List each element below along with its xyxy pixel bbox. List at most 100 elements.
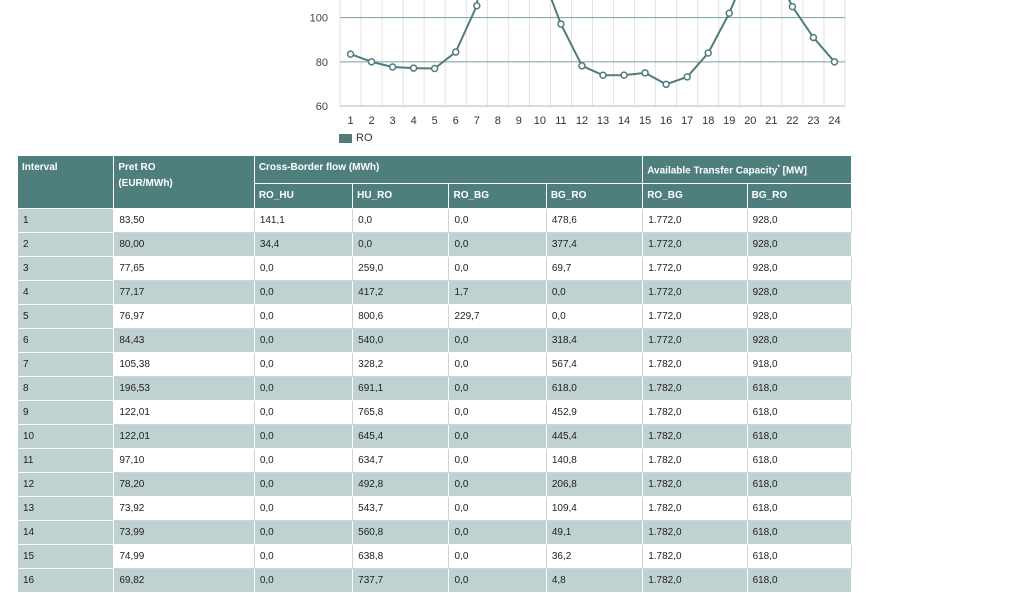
cell-price: 83,50 [113,208,255,234]
legend-label: RO [356,132,373,144]
x-tick-label: 24 [828,115,840,127]
cell-ro-hu: 0,0 [253,496,354,522]
cell-ro-bg: 0,0 [448,256,547,282]
data-point [641,69,649,77]
cell-hu-ro: 492,8 [352,472,450,498]
cell-bg-ro: 4,8 [545,568,644,593]
cell-atc-bg-ro: 928,0 [746,280,853,306]
cell-price: 78,20 [113,472,255,498]
cell-atc-ro-bg: 1.782,0 [642,520,748,546]
market-data-table: Interval Pret RO (EUR/MWh) Cross-Border … [16,154,853,593]
cell-price: 73,92 [113,496,255,522]
data-point [409,64,418,72]
cell-ro-bg: 0,0 [448,352,547,378]
table-row: 3 77,65 0,0 259,0 0,0 69,7 1.772,0 928,0 [16,256,853,282]
x-tick-label: 17 [681,115,693,127]
chart-legend[interactable]: RO [339,131,373,145]
x-tick-label: 5 [432,115,438,127]
cell-atc-ro-bg: 1.782,0 [642,568,748,593]
data-point [809,33,818,42]
cell-hu-ro: 417,2 [352,280,450,306]
data-point [683,73,691,81]
cell-bg-ro: 618,0 [545,376,644,402]
cell-atc-bg-ro: 618,0 [746,568,853,593]
cell-bg-ro: 0,0 [545,304,644,330]
cell-atc-ro-bg: 1.772,0 [642,328,748,354]
x-tick-label: 12 [576,115,588,127]
cell-atc-ro-bg: 1.782,0 [642,424,748,450]
x-tick-label: 10 [534,115,546,127]
cell-hu-ro: 737,7 [352,568,450,593]
x-tick-label: 18 [702,115,714,127]
cell-atc-bg-ro: 618,0 [746,400,853,426]
table-row: 14 73,99 0,0 560,8 0,0 49,1 1.782,0 618,0 [16,520,853,546]
data-point [367,58,376,66]
header-price-label: Pret RO [118,162,156,173]
cell-price: 73,99 [113,520,255,546]
cell-price: 84,43 [113,328,255,354]
y-tick-label: 80 [316,57,328,69]
cell-atc-bg-ro: 618,0 [746,376,853,402]
x-tick-label: 4 [411,115,417,127]
cell-interval: 16 [16,568,115,593]
cell-price: 122,01 [113,424,255,450]
x-tick-label: 19 [723,115,735,127]
table-row: 1 83,50 141,1 0,0 0,0 478,6 1.772,0 928,0 [16,208,853,234]
header-price: Pret RO (EUR/MWh) [113,154,255,210]
cell-ro-bg: 0,0 [448,328,547,354]
cell-ro-bg: 0,0 [448,544,547,570]
data-point [704,49,712,57]
cell-atc-bg-ro: 618,0 [746,544,853,570]
cell-interval: 15 [16,544,115,570]
cell-interval: 1 [16,208,115,234]
cell-atc-ro-bg: 1.772,0 [642,208,748,234]
cell-price: 105,38 [113,352,255,378]
cell-hu-ro: 645,4 [352,424,450,450]
cell-atc-ro-bg: 1.772,0 [642,304,748,330]
cell-ro-bg: 0,0 [448,424,547,450]
cell-price: 122,01 [113,400,255,426]
cell-atc-bg-ro: 618,0 [746,448,853,474]
cell-atc-bg-ro: 618,0 [746,424,853,450]
cell-interval: 9 [16,400,115,426]
cell-ro-bg: 0,0 [448,376,547,402]
data-point [578,62,586,70]
x-tick-label: 20 [744,115,756,127]
cell-price: 196,53 [113,376,255,402]
cell-bg-ro: 69,7 [545,256,644,282]
cell-price: 77,65 [113,256,255,282]
cell-ro-hu: 0,0 [253,280,354,306]
cell-atc-ro-bg: 1.782,0 [642,400,748,426]
cell-bg-ro: 567,4 [545,352,644,378]
cell-bg-ro: 377,4 [545,232,644,258]
header-price-unit: (EUR/MWh) [118,178,173,189]
data-point [557,20,565,28]
table-row: 7 105,38 0,0 328,2 0,0 567,4 1.782,0 918,0 [16,352,853,378]
cell-ro-bg: 1,7 [448,280,547,306]
cell-interval: 7 [16,352,115,378]
cell-atc-ro-bg: 1.782,0 [642,544,748,570]
data-point [725,9,734,17]
cell-bg-ro: 478,6 [545,208,644,234]
cell-bg-ro: 0,0 [545,280,644,306]
cell-ro-hu: 34,4 [253,232,354,258]
cell-ro-hu: 0,0 [253,472,354,498]
x-tick-label: 2 [369,115,375,127]
cell-atc-ro-bg: 1.772,0 [642,280,748,306]
table-row: 8 196,53 0,0 691,1 0,0 618,0 1.782,0 618,0 [16,376,853,402]
cell-ro-bg: 0,0 [448,472,547,498]
table-row: 2 80,00 34,4 0,0 0,0 377,4 1.772,0 928,0 [16,232,853,258]
cell-bg-ro: 318,4 [545,328,644,354]
cell-ro-hu: 0,0 [253,304,354,330]
x-tick-label: 21 [765,115,777,127]
cell-ro-hu: 0,0 [253,424,354,450]
cell-atc-bg-ro: 928,0 [746,208,853,234]
cell-hu-ro: 543,7 [352,496,450,522]
cell-ro-bg: 0,0 [448,448,547,474]
header-cross-border: Cross-Border flow (MWh) [253,154,644,185]
table-row: 11 97,10 0,0 634,7 0,0 140,8 1.782,0 618,0 [16,448,853,474]
y-tick-label: 100 [310,13,328,25]
header-atc: Available Transfer Capacity* [MW] [642,154,852,185]
data-point [451,48,460,56]
cell-ro-bg: 229,7 [448,304,547,330]
